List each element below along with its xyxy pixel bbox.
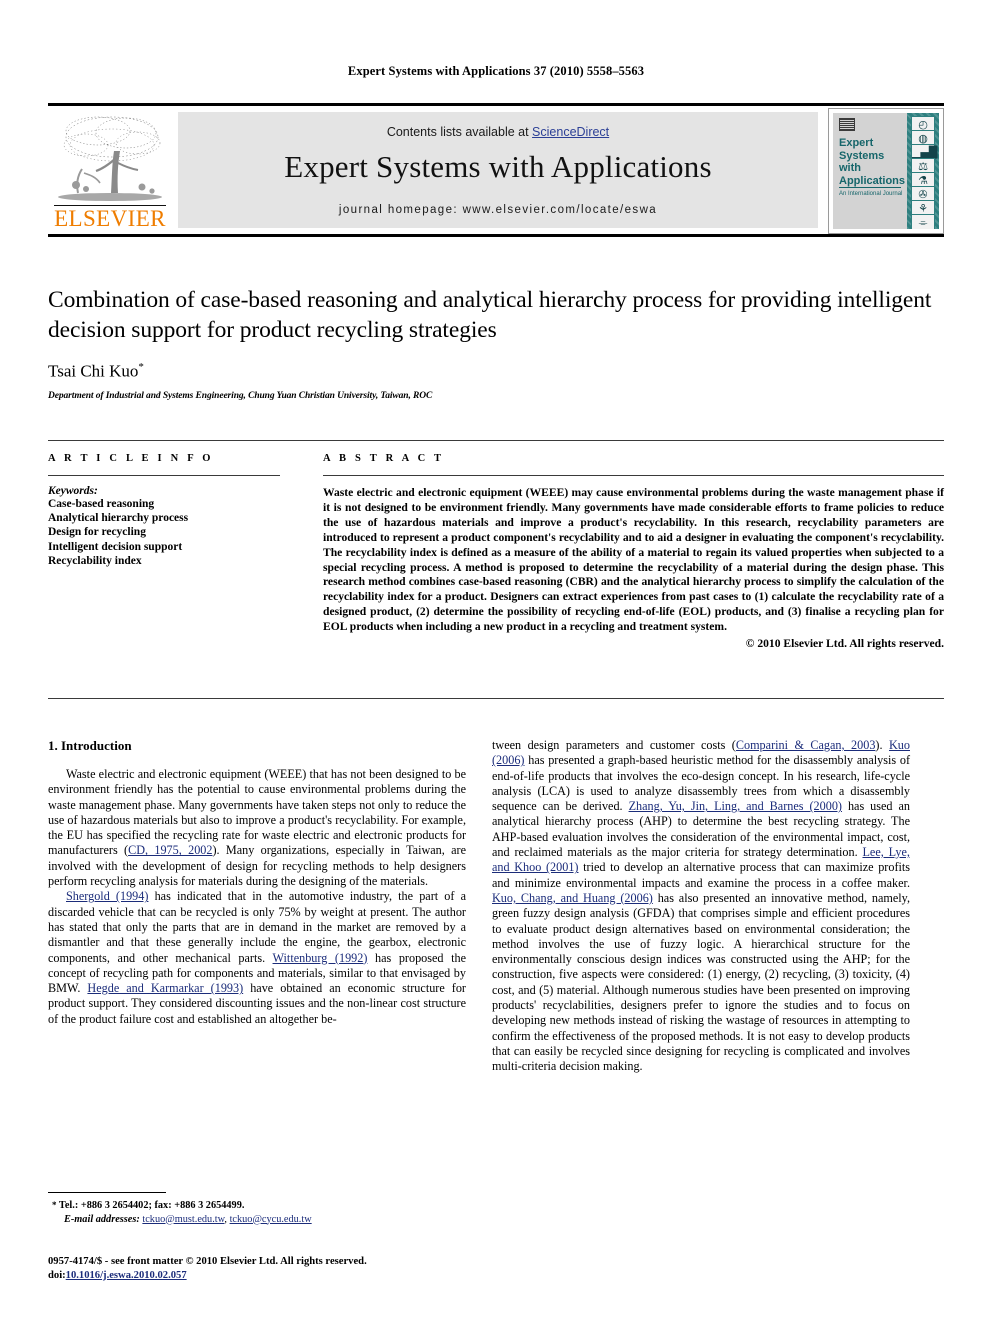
imprint-issn-line: 0957-4174/$ - see front matter © 2010 El… — [48, 1256, 367, 1267]
paragraph: tween design parameters and customer cos… — [492, 738, 910, 1075]
cover-icon-strip: ◴ ◍ ▁▄█ ⚖ ⚗ ✇ ⚘ ⌯ — [907, 113, 939, 229]
abstract-heading: A B S T R A C T — [323, 453, 445, 464]
contents-prefix: Contents lists available at — [386, 125, 533, 139]
citation-link[interactable]: Kuo, Chang, and Huang (2006) — [492, 891, 653, 905]
imprint-block: 0957-4174/$ - see front matter © 2010 El… — [48, 1255, 478, 1282]
running-head: Expert Systems with Applications 37 (201… — [347, 64, 645, 78]
cover-publisher-mark-icon — [839, 118, 855, 131]
author-line: Tsai Chi Kuo* — [48, 361, 944, 382]
citation-link[interactable]: Wittenburg (1992) — [273, 951, 368, 965]
footnote-block: * Tel.: +886 3 2654402; fax: +886 3 2654… — [48, 1192, 466, 1226]
body-column-right: tween design parameters and customer cos… — [492, 738, 910, 1075]
journal-title: Expert Systems with Applications — [284, 149, 712, 184]
footnote-rule — [48, 1192, 166, 1193]
article-info-column: A R T I C L E I N F O Keywords: Case-bas… — [48, 453, 280, 568]
keywords-label: Keywords: — [48, 485, 98, 497]
masthead-panel: Contents lists available at ScienceDirec… — [178, 112, 818, 228]
list-item: Analytical hierarchy process — [48, 512, 189, 525]
citation-link[interactable]: CD, 1975, 2002 — [128, 843, 212, 857]
tower-icon: ⌯ — [911, 214, 935, 229]
elsevier-wordmark: ELSEVIER — [54, 206, 166, 231]
body-columns: 1. Introduction Waste electric and elect… — [48, 738, 944, 1248]
abstract-column: A B S T R A C T Waste electric and elect… — [323, 453, 944, 650]
cover-title: Expert Systems with Applications — [839, 137, 906, 187]
elsevier-logo: ELSEVIER — [48, 109, 172, 233]
paragraph-text: tween design parameters and customer cos… — [492, 738, 736, 752]
sciencedirect-link[interactable]: ScienceDirect — [532, 125, 609, 139]
journal-cover-artwork: Expert Systems with Applications An Inte… — [833, 113, 939, 229]
citation-link[interactable]: Zhang, Yu, Jin, Ling, and Barnes (2000) — [629, 799, 842, 813]
section-heading-introduction: 1. Introduction — [48, 738, 132, 753]
journal-masthead: ELSEVIER Contents lists available at Sci… — [48, 103, 944, 237]
doi-link[interactable]: 10.1016/j.eswa.2010.02.057 — [66, 1270, 187, 1281]
list-item: Case-based reasoning — [48, 498, 155, 510]
imprint-doi-line: doi:10.1016/j.eswa.2010.02.057 — [48, 1269, 478, 1283]
email-link-2[interactable]: tckuo@cycu.edu.tw — [230, 1214, 312, 1225]
author-name: Tsai Chi Kuo — [48, 361, 139, 381]
affiliation: Department of Industrial and Systems Eng… — [48, 390, 433, 401]
page-title: Combination of case-based reasoning and … — [48, 287, 932, 343]
footnote-contact-text: Tel.: +886 3 2654402; fax: +886 3 265449… — [58, 1200, 245, 1211]
paragraph: Shergold (1994) has indicated that in th… — [48, 889, 466, 1027]
journal-homepage-link[interactable]: journal homepage: www.elsevier.com/locat… — [178, 204, 818, 216]
citation-link[interactable]: Comparini & Cagan, 2003 — [736, 738, 876, 752]
footnote-marker: * — [52, 1200, 57, 1210]
info-abstract-top-rule — [48, 440, 944, 441]
title-block: Combination of case-based reasoning and … — [48, 285, 944, 401]
contents-available-line: Contents lists available at ScienceDirec… — [178, 125, 818, 139]
citation-link[interactable]: Shergold (1994) — [66, 889, 148, 903]
info-abstract-bottom-rule — [48, 698, 944, 699]
info-abstract-block: A R T I C L E I N F O Keywords: Case-bas… — [48, 440, 944, 702]
citation-link[interactable]: Hegde and Karmarkar (1993) — [87, 981, 243, 995]
masthead-bottom-rule — [48, 234, 944, 237]
paragraph-text: ). — [875, 738, 889, 752]
paragraph: Waste electric and electronic equipment … — [48, 767, 466, 889]
list-item: Design for recycling — [48, 526, 146, 539]
body-column-left: 1. Introduction Waste electric and elect… — [48, 738, 466, 1027]
cover-subtitle: An International Journal — [839, 191, 903, 197]
author-footnote-marker[interactable]: * — [138, 361, 144, 373]
article-info-rule — [48, 475, 280, 476]
doi-label: doi: — [48, 1269, 66, 1281]
email-link-1[interactable]: tckuo@must.edu.tw — [142, 1214, 224, 1225]
cover-divider — [839, 187, 901, 188]
footnote-email-line: E-mail addresses: tckuo@must.edu.tw, tck… — [48, 1213, 466, 1227]
elsevier-tree-icon — [52, 111, 168, 207]
abstract-text: Waste electric and electronic equipment … — [323, 486, 944, 634]
list-item: Intelligent decision support — [48, 540, 183, 553]
copyright-line: © 2010 Elsevier Ltd. All rights reserved… — [745, 637, 944, 651]
paragraph-text: has also presented an innovative method,… — [492, 890, 910, 1074]
paper-page: Expert Systems with Applications 37 (201… — [0, 0, 992, 1323]
abstract-rule — [323, 475, 944, 476]
article-info-heading: A R T I C L E I N F O — [48, 453, 214, 464]
keywords-list: Case-based reasoning Analytical hierarch… — [48, 497, 280, 568]
footnote-contact: * Tel.: +886 3 2654402; fax: +886 3 2654… — [48, 1199, 466, 1213]
journal-cover-thumbnail: Expert Systems with Applications An Inte… — [828, 108, 944, 234]
list-item: Recyclability index — [48, 554, 142, 567]
masthead-top-rule — [48, 103, 944, 106]
email-label: E-mail addresses: — [64, 1213, 140, 1225]
